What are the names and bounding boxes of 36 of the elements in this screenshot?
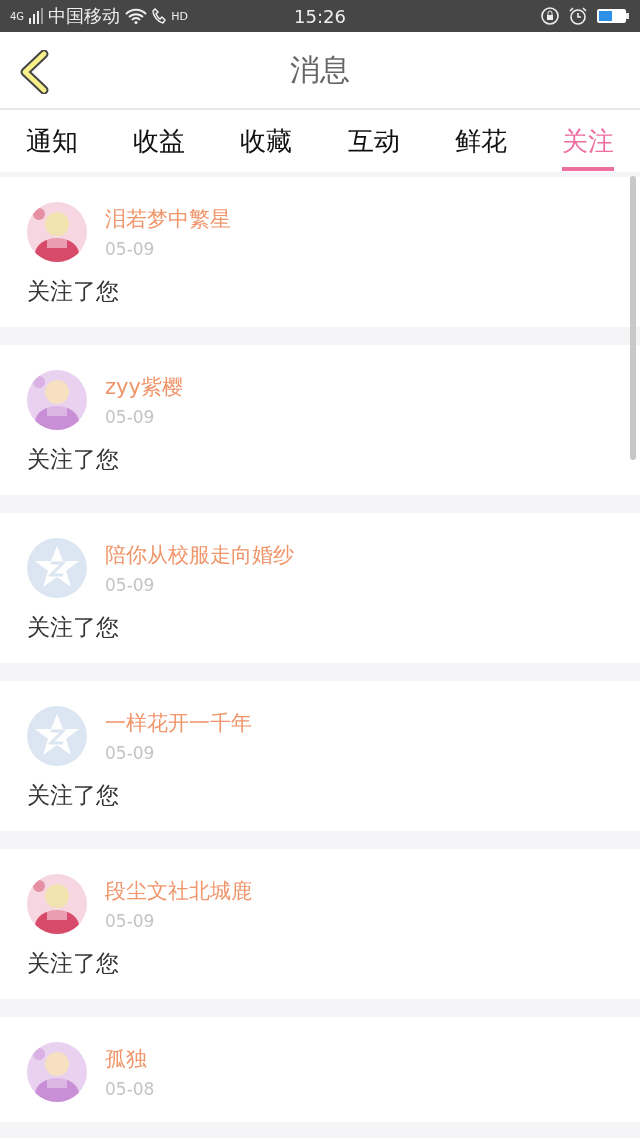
message-date: 05-08 xyxy=(105,1079,155,1099)
default-avatar-icon xyxy=(27,706,87,766)
alarm-icon xyxy=(568,6,588,26)
tab[interactable]: 互动 xyxy=(347,123,400,171)
message-date: 05-09 xyxy=(105,743,156,763)
user-name[interactable]: 段尘文社北城鹿 xyxy=(105,877,252,905)
hd-label: HD xyxy=(171,9,188,23)
message-text: 关注了您 xyxy=(27,445,120,474)
user-name[interactable]: 泪若梦中繁星 xyxy=(105,205,231,233)
message-text: 关注了您 xyxy=(27,613,120,642)
user-name[interactable]: 陪你从校服走向婚纱 xyxy=(105,541,294,569)
network-type: 4G xyxy=(10,10,25,22)
message-text: 关注了您 xyxy=(27,949,120,978)
page-title: 消息 xyxy=(290,50,350,89)
user-name[interactable]: 孤独 xyxy=(105,1045,155,1073)
message-date: 05-09 xyxy=(105,407,156,427)
battery-icon xyxy=(596,8,630,24)
message-date: 05-09 xyxy=(105,575,156,595)
phone-icon xyxy=(152,8,167,24)
message-date: 05-09 xyxy=(105,911,156,931)
carrier-name: 中国移动 xyxy=(48,4,121,28)
tab[interactable]: 收藏 xyxy=(240,123,293,171)
user-name[interactable]: 一样花开一千年 xyxy=(105,709,252,737)
user-name[interactable]: zyy紫樱 xyxy=(105,373,183,401)
message-date: 05-09 xyxy=(105,239,156,259)
signal-icon xyxy=(29,8,44,24)
message-text: 关注了您 xyxy=(27,781,120,810)
tab[interactable]: 通知 xyxy=(26,123,78,171)
wifi-icon xyxy=(125,8,148,24)
tab[interactable]: 关注 xyxy=(561,123,614,171)
default-avatar-icon xyxy=(27,538,87,598)
tab[interactable]: 鲜花 xyxy=(454,123,507,171)
clock-time: 15:26 xyxy=(294,5,346,27)
tab[interactable]: 收益 xyxy=(133,123,186,171)
message-text: 关注了您 xyxy=(27,277,120,306)
rotation-lock-icon xyxy=(540,6,560,26)
